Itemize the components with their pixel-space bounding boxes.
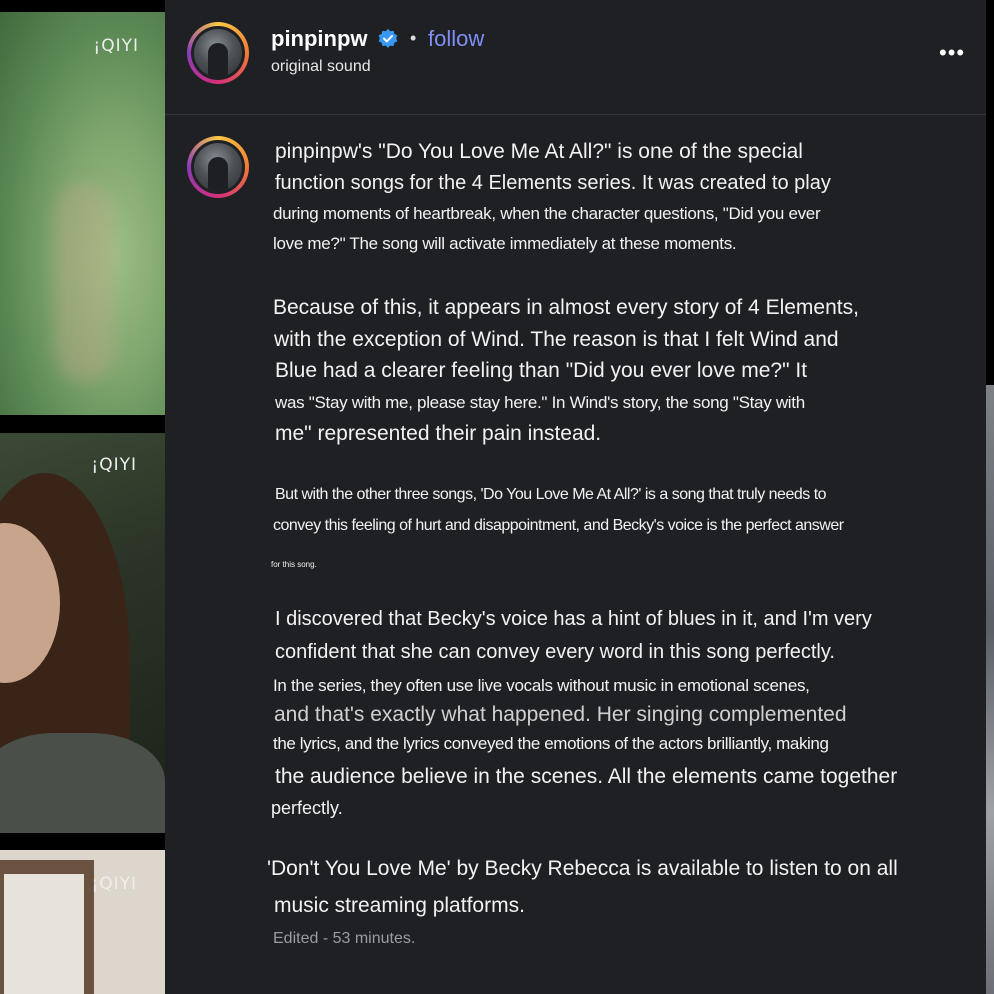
more-options-icon[interactable]: ••• [939, 40, 965, 66]
caption-line: love me?" The song will activate immedia… [273, 234, 737, 253]
username[interactable]: pinpinpw [271, 26, 368, 52]
thumbnail-shirt-shape [0, 733, 165, 833]
caption-line: the lyrics, and the lyrics conveyed the … [273, 734, 829, 753]
caption-line: during moments of heartbreak, when the c… [273, 204, 821, 223]
post-header: pinpinpw • follow original sound ••• [165, 0, 986, 115]
watermark-text: ¡QIYI [91, 874, 137, 894]
caption-line: But with the other three songs, 'Do You … [275, 486, 827, 503]
verified-badge-icon [378, 29, 398, 48]
caption-line: and that's exactly what happened. Her si… [274, 703, 847, 726]
blurred-figure [55, 182, 115, 382]
caption-line: for this song. [271, 560, 317, 569]
thumbnail-door-frame [0, 860, 94, 994]
caption-line: me" represented their pain instead. [275, 422, 602, 445]
caption-line: was "Stay with me, please stay here." In… [275, 393, 805, 412]
caption-line: the audience believe in the scenes. All … [275, 765, 898, 788]
caption-line: function songs for the 4 Elements series… [275, 172, 831, 194]
caption-line: with the exception of Wind. The reason i… [274, 328, 839, 351]
caption-line: pinpinpw's "Do You Love Me At All?" is o… [275, 140, 803, 163]
caption-line: music streaming platforms. [274, 894, 525, 917]
caption-line: 'Don't You Love Me' by Becky Rebecca is … [267, 857, 898, 880]
adjacent-video-edge[interactable] [986, 385, 994, 994]
caption-line: I discovered that Becky's voice has a hi… [275, 608, 872, 630]
video-thumbnail-1[interactable]: ¡QIYI [0, 12, 165, 415]
avatar-image [194, 29, 242, 77]
video-thumbnail-2[interactable]: ¡QIYI [0, 433, 165, 833]
video-thumbnail-3[interactable]: ¡QIYI [0, 850, 165, 994]
caption-avatar[interactable] [187, 136, 249, 198]
caption-line: convey this feeling of hurt and disappoi… [273, 517, 844, 534]
caption-line: Because of this, it appears in almost ev… [273, 296, 859, 319]
follow-button[interactable]: follow [428, 26, 484, 52]
watermark-text: ¡QIYI [91, 455, 137, 475]
caption-line: In the series, they often use live vocal… [273, 676, 810, 695]
caption-line: Blue had a clearer feeling than "Did you… [275, 359, 808, 382]
avatar[interactable] [187, 22, 249, 84]
caption-line: confident that she can convey every word… [275, 641, 835, 663]
avatar-image [194, 143, 242, 191]
separator-dot: • [410, 28, 417, 48]
edited-timestamp: Edited - 53 minutes. [273, 930, 416, 947]
audio-label[interactable]: original sound [271, 58, 371, 76]
post-panel: pinpinpw • follow original sound ••• pin… [165, 0, 986, 994]
watermark-text: ¡QIYI [93, 36, 139, 56]
caption-line: perfectly. [271, 798, 343, 818]
